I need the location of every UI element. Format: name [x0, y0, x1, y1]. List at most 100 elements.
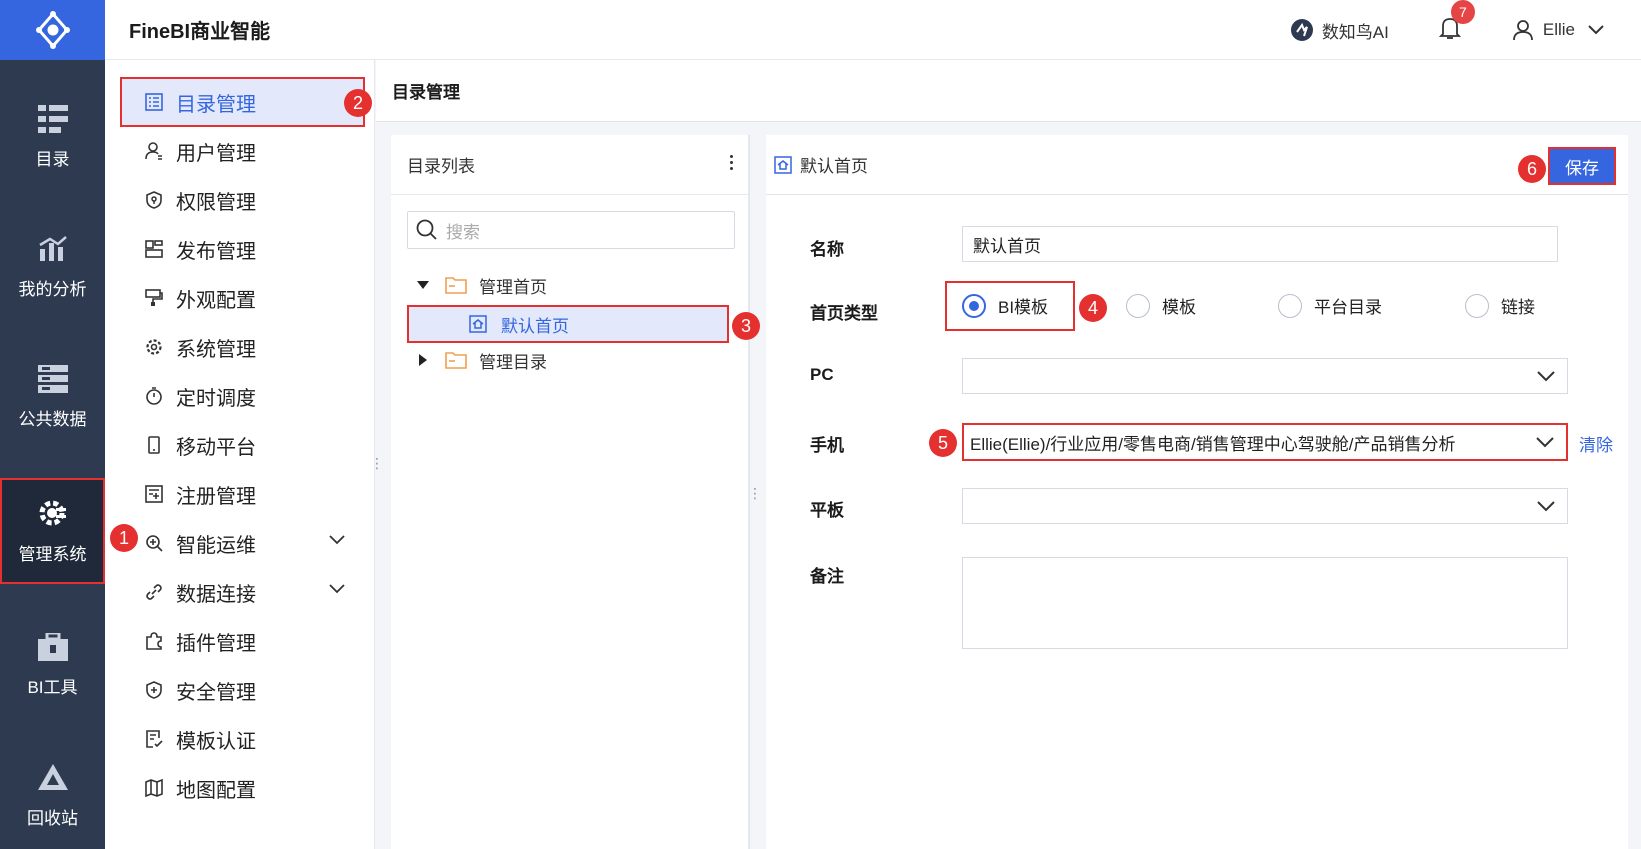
menu-item-label: 定时调度 [176, 387, 256, 410]
permission-icon [144, 190, 164, 210]
radio-button[interactable] [1465, 293, 1489, 318]
menu-item-label: 注册管理 [176, 485, 256, 508]
nav-rail: 目录 我的分析 公共数据 管理系统 BI工具 回收站 [0, 0, 105, 849]
menu-item-publish-management[interactable]: 发布管理 [120, 224, 365, 274]
tree-node-admin-directory[interactable]: 管理目录 [407, 341, 737, 379]
home-page-icon [774, 155, 792, 174]
tree-node-label: 管理首页 [479, 277, 547, 297]
radio-button[interactable] [1126, 293, 1150, 318]
step-marker-2: 2 [344, 89, 372, 117]
rail-item-admin-system[interactable]: 管理系统 [0, 478, 105, 584]
menu-item-label: 用户管理 [176, 142, 256, 165]
menu-item-registration[interactable]: 注册管理 [120, 469, 365, 519]
menu-item-scheduling[interactable]: 定时调度 [120, 371, 365, 421]
menu-item-security-management[interactable]: 安全管理 [120, 665, 365, 715]
chevron-down-icon[interactable] [329, 535, 345, 545]
rail-label: 管理系统 [18, 544, 87, 564]
rail-item-catalog[interactable]: 目录 [0, 84, 105, 190]
notification-badge: 7 [1450, 0, 1475, 24]
tree-node-admin-home[interactable]: 管理首页 [407, 266, 737, 304]
chevron-down-icon [1588, 25, 1604, 35]
step-marker-1: 1 [110, 524, 138, 552]
user-name: Ellie [1542, 20, 1575, 39]
radio-label: 链接 [1501, 298, 1535, 317]
name-input[interactable]: 默认首页 [962, 226, 1558, 262]
chevron-down-icon [1536, 437, 1554, 448]
radio-button-selected[interactable] [962, 293, 986, 318]
menu-item-data-connection[interactable]: 数据连接 [120, 567, 365, 617]
user-menu[interactable]: Ellie [1503, 19, 1615, 41]
radio-label: BI模板 [998, 298, 1049, 317]
search-placeholder: 搜索 [446, 222, 480, 242]
menu-item-user-management[interactable]: 用户管理 [120, 126, 365, 176]
radio-link[interactable]: 链接 [1465, 293, 1535, 318]
menu-item-label: 发布管理 [176, 240, 256, 263]
menu-item-permission-management[interactable]: 权限管理 [120, 175, 365, 225]
menu-item-label: 权限管理 [176, 191, 256, 214]
name-label: 名称 [810, 240, 844, 259]
save-button[interactable]: 保存 [1548, 147, 1616, 185]
tree-node-default-home[interactable]: 默认首页 [407, 305, 729, 343]
step-marker-6: 6 [1518, 155, 1546, 183]
analysis-icon [38, 235, 67, 261]
pc-select[interactable] [962, 358, 1568, 394]
detail-panel: 默认首页 保存 名称 默认首页 首页类型 BI模板 模板 平台目录 链接 PC … [766, 135, 1628, 849]
gear-icon [39, 500, 66, 525]
admin-submenu: 目录管理 用户管理 权限管理 发布管理 外观配置 系统管理 定时调度 移动平台 … [105, 60, 375, 849]
rail-item-public-data[interactable]: 公共数据 [0, 344, 105, 450]
menu-item-mobile-platform[interactable]: 移动平台 [120, 420, 365, 470]
menu-item-label: 模板认证 [176, 730, 256, 753]
radio-button[interactable] [1278, 293, 1302, 318]
directory-panel-header: 目录列表 [391, 135, 748, 195]
clear-link[interactable]: 清除 [1579, 431, 1613, 456]
chevron-down-icon [1537, 371, 1555, 382]
rail-label: 公共数据 [18, 409, 87, 429]
menu-item-directory-management[interactable]: 目录管理 [120, 77, 365, 127]
recycle-icon [37, 763, 68, 790]
ops-icon [144, 533, 164, 553]
menu-item-plugin-management[interactable]: 插件管理 [120, 616, 365, 666]
more-options-icon[interactable] [730, 155, 734, 170]
rail-item-my-analysis[interactable]: 我的分析 [0, 214, 105, 320]
directory-search-input[interactable]: 搜索 [407, 211, 735, 249]
menu-item-label: 移动平台 [176, 436, 256, 459]
logo-icon [35, 11, 70, 49]
toolbox-icon [37, 632, 68, 661]
mobile-icon [144, 435, 164, 455]
register-icon [144, 484, 164, 504]
menu-item-template-auth[interactable]: 模板认证 [120, 714, 365, 764]
app-logo[interactable] [0, 0, 105, 60]
tablet-select[interactable] [962, 488, 1568, 524]
rail-item-bi-tools[interactable]: BI工具 [0, 612, 105, 718]
mobile-select[interactable]: Ellie(Ellie)/行业应用/零售电商/销售管理中心驾驶舱/产品销售分析 [962, 423, 1568, 461]
menu-item-label: 安全管理 [176, 681, 256, 704]
menu-item-map-config[interactable]: 地图配置 [120, 763, 365, 813]
step-marker-3: 3 [732, 312, 760, 340]
timer-icon [144, 386, 164, 406]
menu-item-appearance-config[interactable]: 外观配置 [120, 273, 365, 323]
app-title: FineBI商业智能 [129, 21, 271, 43]
radio-bi-template[interactable]: BI模板 [962, 293, 1048, 318]
caret-down-icon[interactable] [417, 281, 429, 289]
radio-template[interactable]: 模板 [1126, 293, 1196, 318]
menu-item-system-management[interactable]: 系统管理 [120, 322, 365, 372]
user-icon [144, 141, 164, 161]
menu-item-label: 插件管理 [176, 632, 256, 655]
note-textarea[interactable] [962, 557, 1568, 649]
tree-node-label: 默认首页 [501, 316, 569, 336]
notification-button[interactable]: 7 [1438, 0, 1475, 45]
ai-assistant-label: 数知鸟AI [1321, 22, 1389, 42]
catalog-icon [37, 104, 68, 133]
chevron-down-icon[interactable] [329, 584, 345, 594]
menu-item-label: 数据连接 [176, 583, 256, 606]
menu-item-label: 地图配置 [176, 779, 256, 802]
publish-icon [144, 239, 164, 259]
ai-assistant-link[interactable]: 数知鸟AI [1290, 18, 1389, 43]
note-label: 备注 [810, 567, 844, 586]
step-marker-4: 4 [1079, 294, 1107, 322]
caret-right-icon[interactable] [419, 354, 427, 366]
settings-icon [144, 337, 164, 357]
menu-item-smart-ops[interactable]: 智能运维 [120, 518, 365, 568]
rail-item-recycle-bin[interactable]: 回收站 [0, 743, 105, 849]
radio-platform-directory[interactable]: 平台目录 [1278, 293, 1382, 318]
